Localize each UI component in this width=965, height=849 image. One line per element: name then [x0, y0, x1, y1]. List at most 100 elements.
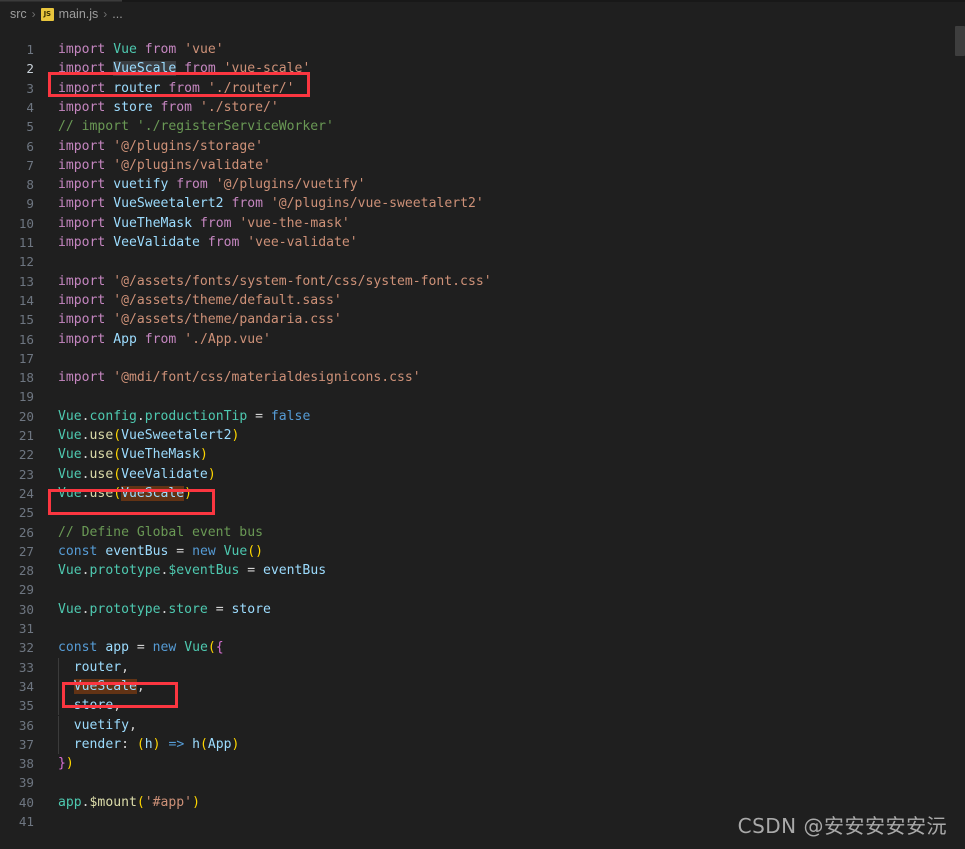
line-number: 14 [18, 292, 34, 308]
line-number: 39 [18, 775, 34, 791]
code-line[interactable]: 2 import VueScale from 'vue-scale' [0, 59, 965, 78]
code-line[interactable]: 1 import Vue from 'vue' [0, 40, 965, 59]
code-line[interactable]: 31 [0, 619, 965, 638]
highlighted-token: VueScale [113, 61, 177, 77]
line-number: 3 [26, 80, 34, 96]
code-text: app.$mount('#app') [58, 794, 200, 810]
code-line[interactable]: 15 import '@/assets/theme/pandaria.css' [0, 310, 965, 329]
code-text: import App from './App.vue' [58, 331, 271, 347]
code-line[interactable]: 21 Vue.use(VueSweetalert2) [0, 426, 965, 445]
code-line[interactable]: 26 // Define Global event bus [0, 523, 965, 542]
code-line[interactable]: 19 [0, 387, 965, 406]
line-number: 4 [26, 99, 34, 115]
code-text: import '@mdi/font/css/materialdesignicon… [58, 370, 421, 386]
line-number: 36 [18, 717, 34, 733]
code-line[interactable]: 32 const app = new Vue({ [0, 638, 965, 657]
line-number: 26 [18, 524, 34, 540]
code-line[interactable]: 30 Vue.prototype.store = store [0, 600, 965, 619]
code-text: import '@/assets/theme/default.sass' [58, 292, 342, 308]
code-text: Vue.config.productionTip = false [58, 408, 311, 424]
code-text: render: (h) => h(App) [73, 736, 240, 752]
code-line[interactable]: 38}) [0, 754, 965, 773]
line-number: 29 [18, 582, 34, 598]
code-text: }) [58, 756, 74, 772]
code-text: Vue.use(VueScale) [58, 485, 193, 501]
code-line[interactable]: 3 import router from './router/' [0, 79, 965, 98]
line-number: 6 [26, 138, 34, 154]
code-text: import VeeValidate from 'vee-validate' [58, 235, 358, 250]
code-line[interactable]: 28 Vue.prototype.$eventBus = eventBus [0, 561, 965, 580]
code-line[interactable]: 36 vuetify, [0, 715, 965, 735]
breadcrumb-item-more[interactable]: ... [112, 7, 122, 21]
line-number: 13 [18, 273, 34, 289]
code-line[interactable]: 18 import '@mdi/font/css/materialdesignic… [0, 368, 965, 387]
js-file-icon: JS [40, 7, 54, 21]
code-line[interactable]: 33 router, [0, 657, 965, 677]
line-number: 38 [18, 756, 34, 772]
code-line[interactable]: 17 [0, 349, 965, 368]
line-number: 15 [18, 312, 34, 328]
code-text: import router from './router/' [58, 80, 295, 96]
code-line[interactable]: 4 import store from './store/' [0, 98, 965, 117]
code-line[interactable]: 8 import vuetify from '@/plugins/vuetify' [0, 175, 965, 194]
code-line[interactable]: 23 Vue.use(VeeValidate) [0, 465, 965, 484]
code-line[interactable]: 34 VueScale, [0, 676, 965, 697]
code-line[interactable]: 11 import VeeValidate from 'vee-validate' [0, 233, 965, 252]
line-number: 30 [18, 601, 34, 617]
line-number: 19 [18, 389, 34, 405]
code-line[interactable]: 27 const eventBus = new Vue() [0, 542, 965, 561]
line-number: 17 [18, 350, 34, 366]
code-text: VueScale, [73, 678, 145, 694]
code-line[interactable]: 5 // import './registerServiceWorker' [0, 117, 965, 136]
code-line[interactable]: 7 import '@/plugins/validate' [0, 156, 965, 175]
line-number: 28 [18, 563, 34, 579]
code-line[interactable]: 12 [0, 252, 965, 271]
code-line[interactable]: 14 import '@/assets/theme/default.sass' [0, 291, 965, 310]
code-line[interactable]: 25 [0, 503, 965, 522]
code-text: // Define Global event bus [58, 524, 263, 540]
line-number: 31 [18, 621, 34, 636]
code-line[interactable]: 39 [0, 773, 965, 792]
line-number: 11 [18, 235, 34, 250]
overview-ruler-match-marker[interactable] [955, 26, 965, 56]
code-line[interactable]: 29 [0, 580, 965, 599]
breadcrumb-separator-icon: › [31, 7, 36, 21]
code-line[interactable]: 6 import '@/plugins/storage' [0, 137, 965, 156]
code-text: Vue.prototype.$eventBus = eventBus [58, 563, 327, 579]
code-editor[interactable]: 1 import Vue from 'vue' 2 import VueScale f… [0, 26, 965, 849]
line-number: 20 [18, 408, 34, 424]
code-line[interactable]: 16 import App from './App.vue' [0, 330, 965, 349]
csdn-watermark: CSDN @安安安安安沅 [737, 814, 947, 838]
code-text: import Vue from 'vue' [58, 42, 224, 57]
breadcrumb: src › JS main.js › ... [0, 2, 965, 26]
line-number: 2 [26, 61, 34, 77]
line-number: 8 [26, 177, 34, 193]
code-text: import '@/plugins/storage' [58, 138, 263, 154]
code-line[interactable]: 24 Vue.use(VueScale) [0, 484, 965, 503]
code-text: import '@/assets/fonts/system-font/css/s… [58, 273, 492, 289]
line-number: 21 [18, 428, 34, 443]
code-line[interactable]: 20 Vue.config.productionTip = false [0, 407, 965, 426]
line-number: 9 [26, 196, 34, 212]
line-number: 22 [18, 447, 34, 463]
code-text: Vue.prototype.store = store [58, 601, 271, 617]
code-text: Vue.use(VeeValidate) [58, 466, 216, 482]
code-line[interactable]: 22 Vue.use(VueTheMask) [0, 445, 965, 464]
code-line[interactable]: 13 import '@/assets/fonts/system-font/css… [0, 272, 965, 291]
code-text: vuetify, [73, 717, 137, 733]
code-line[interactable]: 10 import VueTheMask from 'vue-the-mask' [0, 214, 965, 233]
breadcrumb-item-main-js[interactable]: main.js [59, 7, 99, 21]
breadcrumb-item-src[interactable]: src [10, 7, 27, 21]
line-number: 33 [18, 659, 34, 675]
code-line[interactable]: 9 import VueSweetalert2 from '@/plugins/v… [0, 194, 965, 213]
code-text: const eventBus = new Vue() [58, 543, 264, 559]
highlighted-token: VueScale [73, 678, 137, 694]
code-line[interactable]: 35 store, [0, 696, 965, 716]
code-text: import store from './store/' [58, 99, 279, 115]
code-text: const app = new Vue({ [58, 640, 224, 656]
code-text: import VueScale from 'vue-scale' [58, 61, 311, 77]
line-number: 5 [26, 119, 34, 135]
line-number: 1 [26, 42, 34, 57]
code-text: import VueSweetalert2 from '@/plugins/vu… [58, 196, 484, 212]
code-line[interactable]: 37 render: (h) => h(App) [0, 734, 965, 755]
